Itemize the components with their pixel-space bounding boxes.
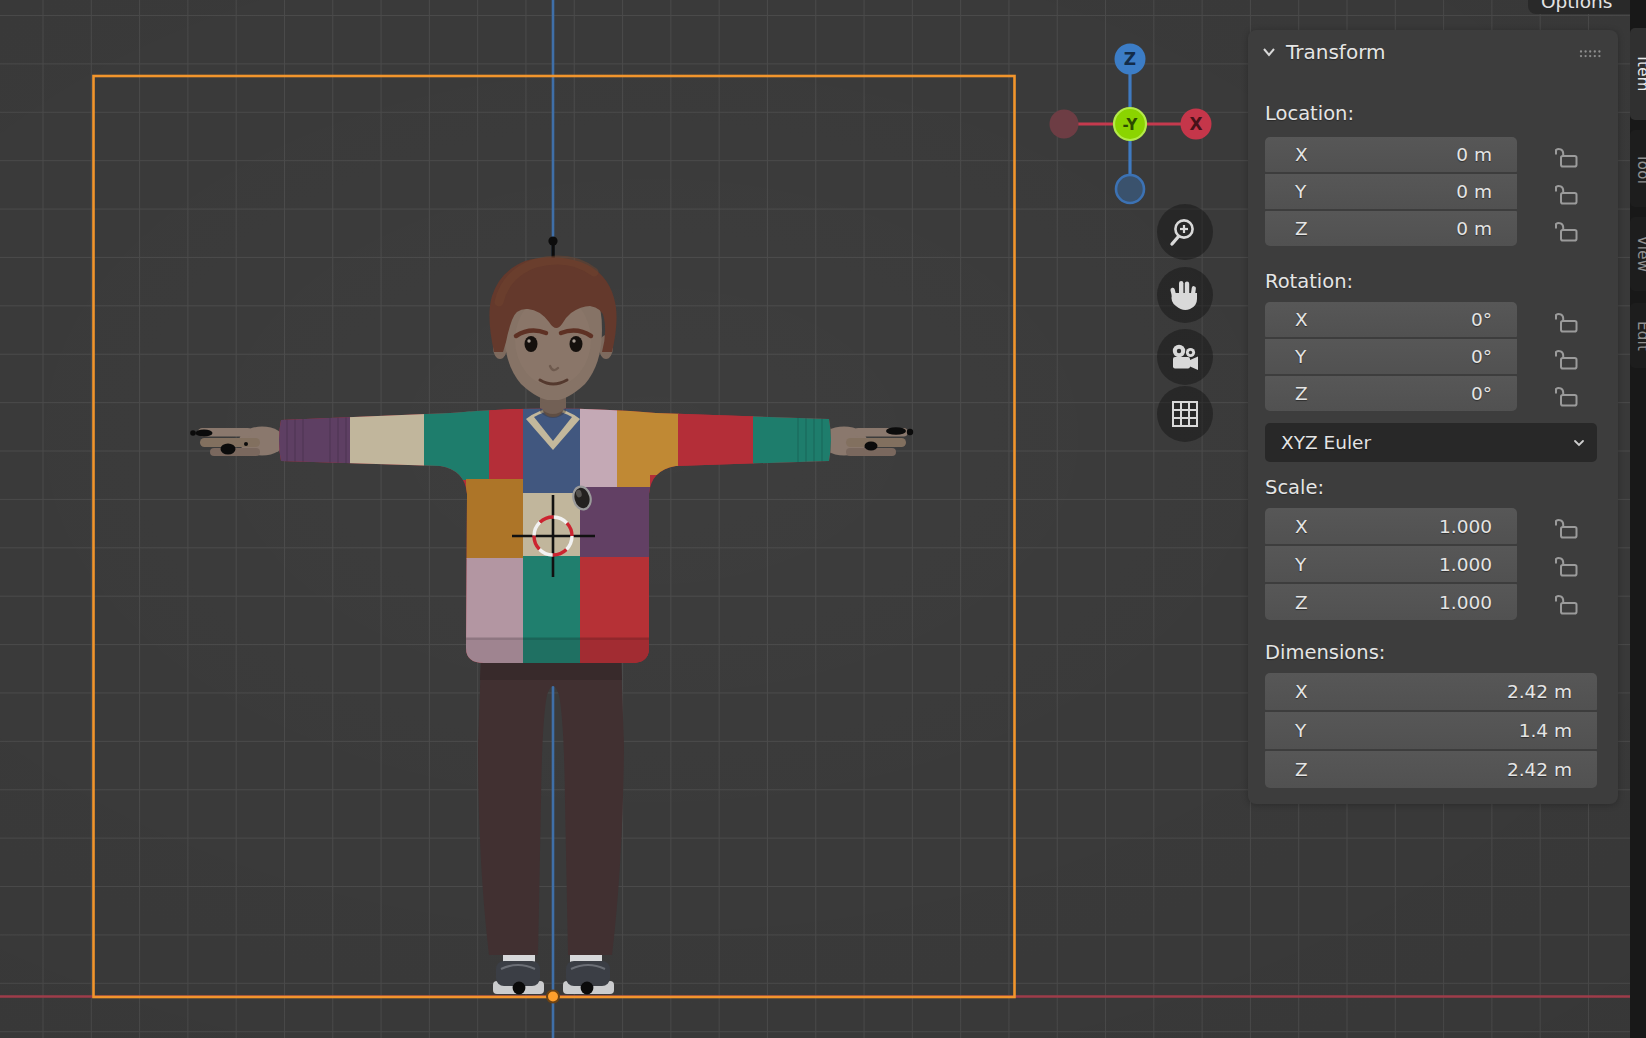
panel-drag-handle[interactable]: [1578, 48, 1602, 60]
panel-header[interactable]: Transform: [1260, 39, 1385, 65]
rotation-mode-value: XYZ Euler: [1281, 432, 1371, 453]
panel-expand-chevron-icon[interactable]: [1260, 43, 1278, 61]
gizmo-neg-z[interactable]: [1116, 175, 1144, 203]
dims-y-field[interactable]: Y1.4 m: [1265, 712, 1597, 749]
options-label: Options: [1541, 0, 1612, 12]
rotation-z-field[interactable]: Z0°: [1265, 376, 1517, 411]
svg-text:Z: Z: [1124, 49, 1136, 69]
dims-z-field[interactable]: Z2.42 m: [1265, 751, 1597, 788]
section-label-scale-label: Scale:: [1265, 476, 1324, 499]
sidebar-tab-item[interactable]: Item: [1630, 28, 1646, 120]
location-y-lock-icon[interactable]: [1550, 174, 1580, 211]
scale-x-lock-icon[interactable]: [1550, 508, 1580, 546]
rotation-z-lock-icon[interactable]: [1550, 376, 1580, 413]
axis-gizmo[interactable]: Z X -Y: [1040, 35, 1220, 215]
object-origin[interactable]: [547, 991, 559, 1003]
panel-title: Transform: [1286, 40, 1385, 64]
scale-x-field[interactable]: X1.000: [1265, 508, 1517, 544]
location-x-lock-icon[interactable]: [1550, 137, 1580, 174]
scale-z-lock-icon[interactable]: [1550, 584, 1580, 622]
location-z-lock-icon[interactable]: [1550, 211, 1580, 248]
rotation-x-field[interactable]: X0°: [1265, 302, 1517, 337]
dims-x-field[interactable]: X2.42 m: [1265, 673, 1597, 710]
section-label-location-label: Location:: [1265, 102, 1354, 125]
sidebar-tab-edit[interactable]: Edit: [1630, 303, 1646, 368]
section-label-rotation-label: Rotation:: [1265, 270, 1353, 293]
sidebar-tab-label: Edit: [1634, 320, 1646, 350]
scale-y-lock-icon[interactable]: [1550, 546, 1580, 584]
gizmo-neg-x[interactable]: [1050, 110, 1079, 139]
rotation-y-field[interactable]: Y0°: [1265, 339, 1517, 374]
location-z-field[interactable]: Z0 m: [1265, 211, 1517, 246]
options-button[interactable]: Options: [1528, 0, 1646, 14]
pan-button[interactable]: [1157, 267, 1213, 323]
blender-3d-viewport: Z X -Y: [0, 0, 1646, 1038]
section-label-dims-label: Dimensions:: [1265, 641, 1385, 664]
location-y-field[interactable]: Y0 m: [1265, 174, 1517, 209]
scale-y-field[interactable]: Y1.000: [1265, 546, 1517, 582]
svg-text:X: X: [1189, 114, 1202, 134]
rotation-mode-dropdown[interactable]: XYZ Euler: [1265, 423, 1597, 462]
rotation-x-lock-icon[interactable]: [1550, 302, 1580, 339]
zoom-button[interactable]: [1157, 204, 1213, 260]
svg-text:-Y: -Y: [1123, 116, 1139, 134]
scale-z-field[interactable]: Z1.000: [1265, 584, 1517, 620]
location-x-field[interactable]: X0 m: [1265, 137, 1517, 172]
sidebar-tab-label: Item: [1634, 56, 1646, 91]
transform-panel: Transform Location: X0 mY0 mZ0 m Rotation:…: [1248, 30, 1618, 804]
camera-view-button[interactable]: [1157, 329, 1213, 385]
sidebar-tab-tool[interactable]: Tool: [1630, 130, 1646, 207]
grid-toggle-button[interactable]: [1157, 386, 1213, 442]
sidebar-tab-view[interactable]: View: [1630, 217, 1646, 291]
sidebar-tab-strip: Item Tool View Edit: [1630, 0, 1646, 1038]
sidebar-tab-label: Tool: [1634, 153, 1646, 183]
rotation-y-lock-icon[interactable]: [1550, 339, 1580, 376]
sidebar-tab-label: View: [1634, 236, 1646, 273]
